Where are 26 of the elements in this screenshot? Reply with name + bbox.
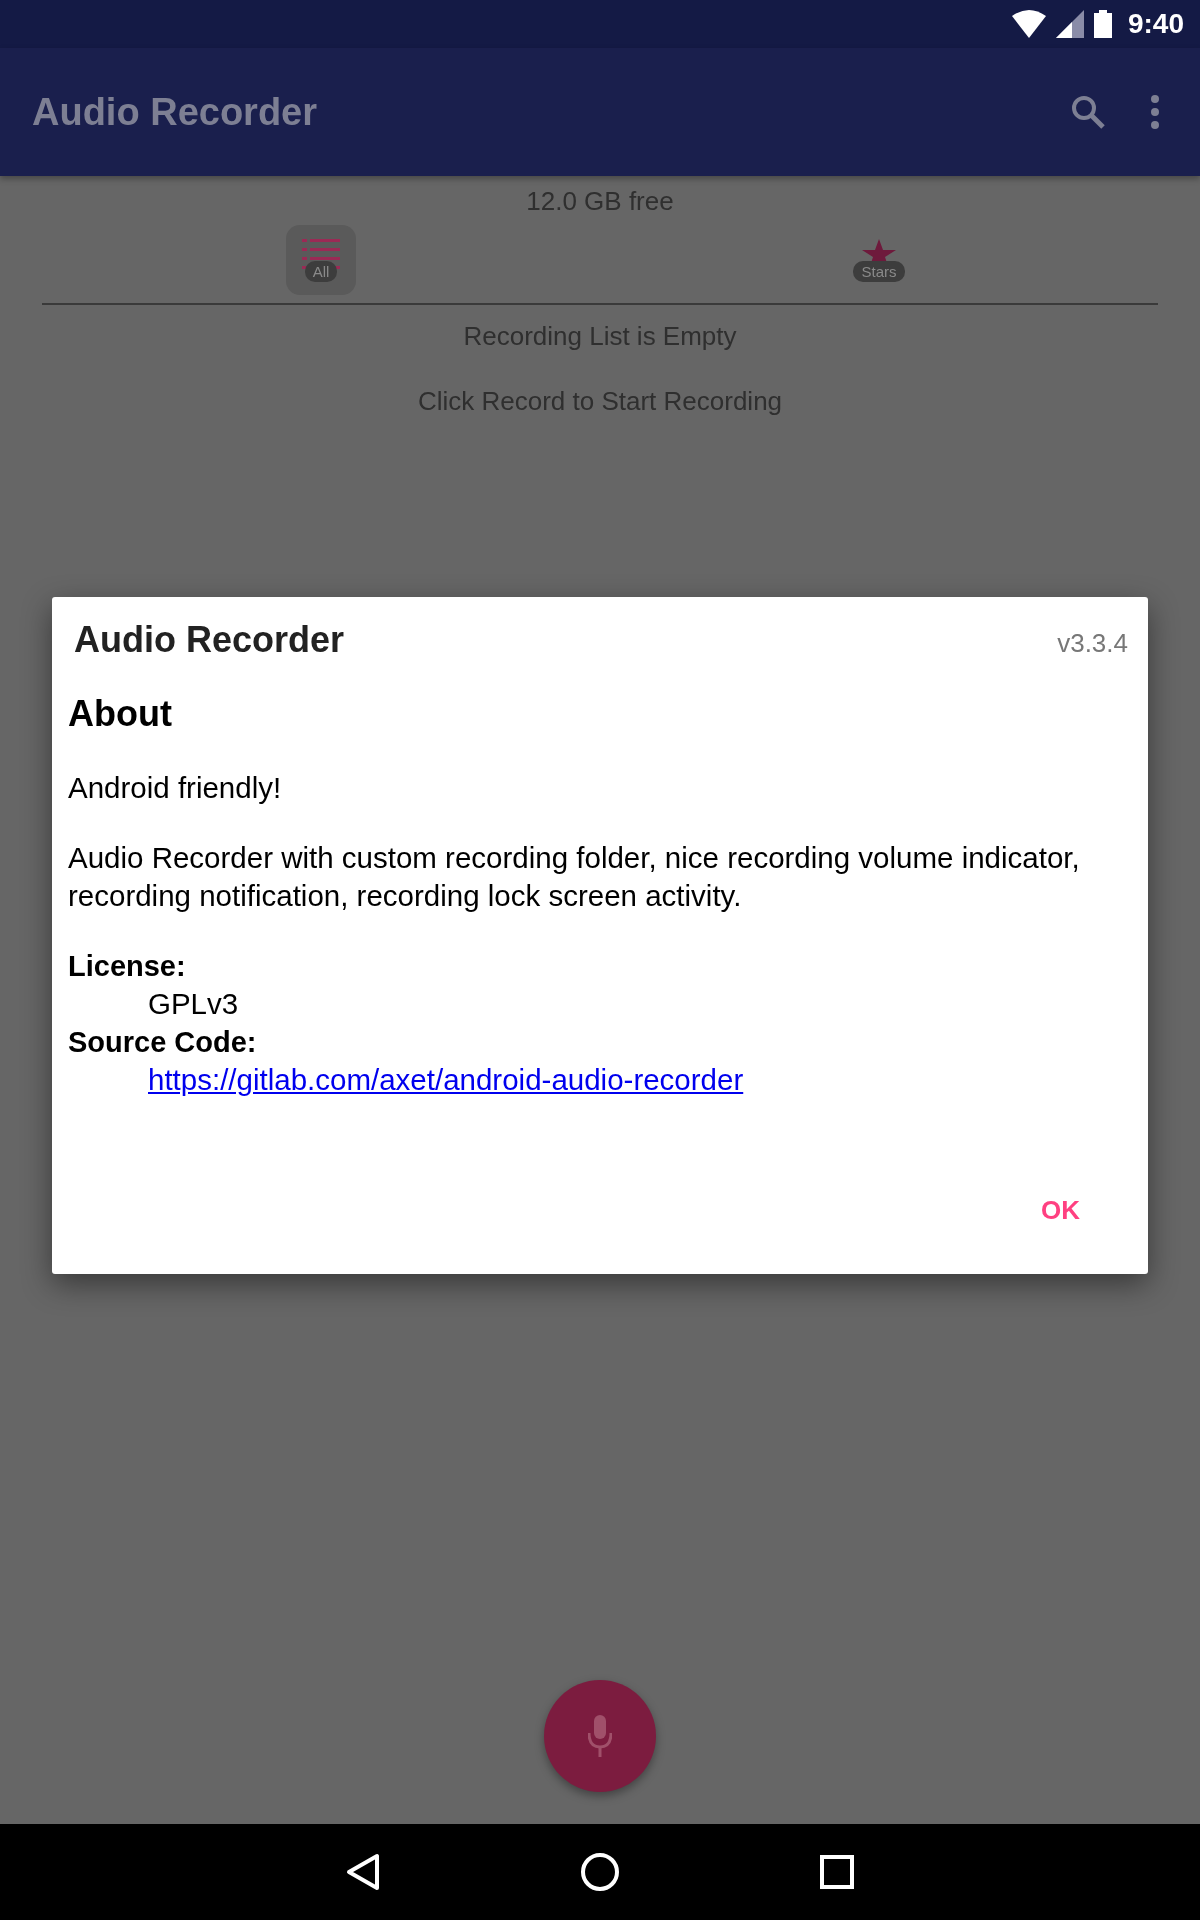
more-icon	[1150, 95, 1160, 129]
about-heading: About	[68, 693, 173, 735]
app-title: Audio Recorder	[32, 90, 319, 134]
about-paragraph: Audio Recorder with custom recording folder, nice recording volume indicator, recording notification, recording lock screen activity.	[68, 840, 1081, 914]
status-time: 9:40	[1127, 8, 1184, 40]
home-icon	[580, 1852, 620, 1892]
about-paragraph: Android friendly!	[68, 770, 283, 806]
field-label: License:	[68, 949, 187, 984]
back-icon	[346, 1853, 380, 1891]
field-value: GPLv3	[148, 986, 239, 1022]
recents-icon	[820, 1855, 854, 1889]
tab[interactable]: Stars	[844, 225, 914, 295]
recents-button[interactable]	[820, 1855, 854, 1889]
field-label: Source Code:	[68, 1025, 258, 1060]
dialog-title: Audio Recorder	[74, 619, 345, 661]
search-icon	[1070, 94, 1106, 130]
back-button[interactable]	[346, 1853, 380, 1891]
battery-icon	[1093, 10, 1112, 38]
microphone-icon	[588, 1715, 612, 1757]
tab[interactable]: All	[286, 225, 356, 295]
source-link[interactable]: https://gitlab.com/axet/android-audio-recorder	[148, 1061, 744, 1099]
home-button[interactable]	[580, 1852, 620, 1892]
version-label: v3.3.4	[1057, 628, 1128, 659]
wifi-icon	[1011, 10, 1046, 38]
ok-button[interactable]: OK	[1029, 1187, 1092, 1234]
signal-icon	[1055, 10, 1084, 38]
